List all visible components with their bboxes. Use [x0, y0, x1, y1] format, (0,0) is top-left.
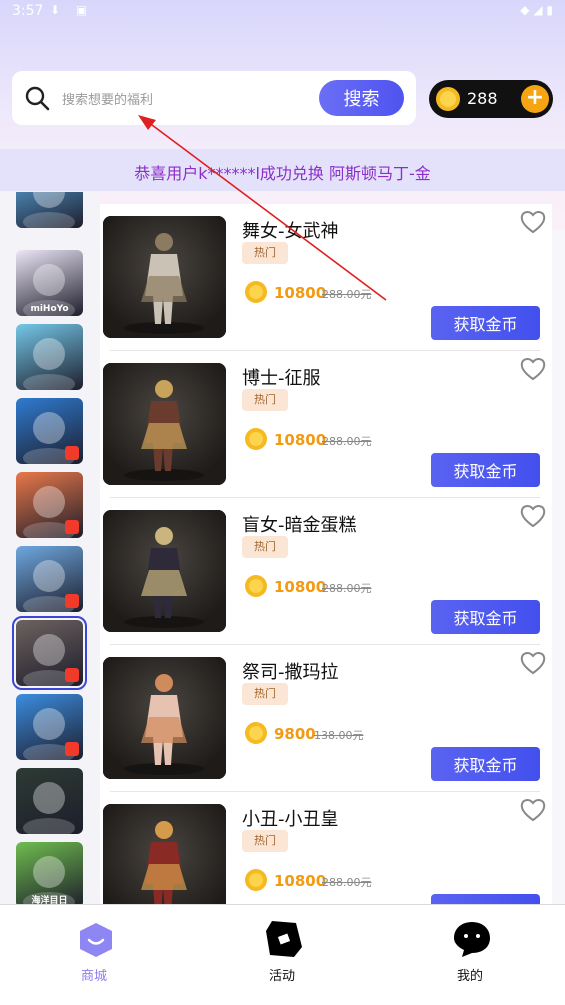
- sidebar-game-7[interactable]: [12, 616, 87, 690]
- tab-label: 商城: [80, 969, 107, 984]
- product-thumbnail: [103, 510, 226, 632]
- status-time: 3:57: [12, 3, 44, 19]
- platform-badge-icon: [65, 594, 79, 608]
- sidebar-game-4[interactable]: [16, 398, 83, 464]
- tab-activity[interactable]: 活动: [222, 905, 342, 995]
- notification-icons: ⬇ ▣: [50, 3, 94, 17]
- ticker-text: 恭喜用户k******l成功兑换 阿斯顿马丁-金: [134, 164, 431, 183]
- sidebar-game-9[interactable]: [16, 768, 83, 834]
- product-title: 盲女-暗金蛋糕: [242, 515, 357, 536]
- coin-count: 288: [467, 89, 498, 108]
- original-price: 288.00元: [322, 582, 372, 595]
- product-item[interactable]: 祭司-撒玛拉 热门 9800 138.00元 获取金币: [100, 645, 552, 792]
- product-price: 10800: [274, 578, 327, 596]
- product-title: 舞女-女武神: [242, 221, 339, 242]
- profile-icon: [454, 922, 490, 957]
- original-price: 288.00元: [322, 876, 372, 889]
- favorite-heart-icon[interactable]: [520, 798, 546, 822]
- original-price: 288.00元: [322, 288, 372, 301]
- get-coins-button[interactable]: 获取金币: [431, 894, 540, 904]
- platform-badge-icon: [65, 446, 79, 460]
- search-bar[interactable]: 搜索想要的福利 搜索: [12, 71, 416, 125]
- get-coins-button[interactable]: 获取金币: [431, 600, 540, 634]
- tab-label: 活动: [268, 969, 295, 984]
- coin-icon: [245, 428, 267, 450]
- game-1-icon: [23, 192, 75, 228]
- sidebar-game-6[interactable]: [16, 546, 83, 612]
- hot-tag: 热门: [242, 683, 288, 705]
- sidebar-game-3[interactable]: [16, 324, 83, 390]
- coin-icon: [245, 575, 267, 597]
- tab-shop[interactable]: 商城: [34, 905, 154, 995]
- coin-balance: 288 +: [429, 80, 553, 118]
- search-icon: [25, 86, 50, 111]
- coin-icon: [245, 722, 267, 744]
- coin-icon: [245, 869, 267, 891]
- get-coins-button[interactable]: 获取金币: [431, 453, 540, 487]
- product-thumbnail: [103, 657, 226, 779]
- product-price: 10800: [274, 431, 327, 449]
- product-price: 10800: [274, 872, 327, 890]
- product-item[interactable]: 小丑-小丑皇 热门 10800 288.00元 获取金币: [100, 792, 552, 904]
- search-button[interactable]: 搜索: [319, 80, 404, 116]
- get-coins-button[interactable]: 获取金币: [431, 306, 540, 340]
- coin-icon: [245, 281, 267, 303]
- search-input[interactable]: 搜索想要的福利: [62, 89, 153, 108]
- sidebar-game-10[interactable]: 海洋目日: [16, 842, 83, 904]
- product-title: 小丑-小丑皇: [242, 809, 339, 830]
- platform-badge-icon: [65, 668, 79, 682]
- sidebar-game-1[interactable]: [16, 192, 83, 228]
- hot-tag: 热门: [242, 242, 288, 264]
- coin-icon: [436, 87, 460, 111]
- favorite-heart-icon[interactable]: [520, 210, 546, 234]
- original-price: 288.00元: [322, 435, 372, 448]
- sidebar-game-8[interactable]: [16, 694, 83, 760]
- favorite-heart-icon[interactable]: [520, 651, 546, 675]
- shop-icon: [80, 923, 112, 957]
- sidebar-game-5[interactable]: [16, 472, 83, 538]
- hot-tag: 热门: [242, 536, 288, 558]
- product-thumbnail: [103, 216, 226, 338]
- tab-label: 我的: [456, 969, 483, 984]
- product-price: 9800: [274, 725, 316, 743]
- activity-icon: [266, 921, 302, 957]
- game-9-icon: [23, 782, 75, 834]
- status-bar: 3:57 ⬇ ▣ ◆ ◢ ▮: [0, 0, 565, 26]
- game-2-label: miHoYo: [30, 304, 69, 314]
- product-item[interactable]: 舞女-女武神 热门 10800 288.00元 获取金币: [100, 204, 552, 351]
- product-price: 10800: [274, 284, 327, 302]
- hot-tag: 热门: [242, 830, 288, 852]
- product-item[interactable]: 盲女-暗金蛋糕 热门 10800 288.00元 获取金币: [100, 498, 552, 645]
- product-title: 博士-征服: [242, 368, 321, 389]
- tab-profile[interactable]: 我的: [410, 905, 530, 995]
- game-10-label: 海洋目日: [31, 896, 68, 904]
- platform-badge-icon: [65, 520, 79, 534]
- game-sidebar: miHoYo 海洋目日: [0, 192, 100, 904]
- product-list: 舞女-女武神 热门 10800 288.00元 获取金币 博士-征服 热门 10…: [100, 204, 552, 904]
- favorite-heart-icon[interactable]: [520, 357, 546, 381]
- favorite-heart-icon[interactable]: [520, 504, 546, 528]
- hot-tag: 热门: [242, 389, 288, 411]
- product-thumbnail: [103, 363, 226, 485]
- product-title: 祭司-撒玛拉: [242, 662, 339, 683]
- game-3-icon: [23, 338, 75, 390]
- bottom-tab-bar: 商城 活动 我的: [0, 904, 565, 1005]
- product-thumbnail: [103, 804, 226, 904]
- platform-badge-icon: [65, 742, 79, 756]
- sidebar-game-2[interactable]: miHoYo: [16, 250, 83, 316]
- get-coins-button[interactable]: 获取金币: [431, 747, 540, 781]
- original-price: 138.00元: [314, 729, 364, 742]
- add-coins-button[interactable]: +: [521, 85, 549, 113]
- exchange-ticker: 恭喜用户k******l成功兑换 阿斯顿马丁-金: [0, 149, 565, 191]
- product-item[interactable]: 博士-征服 热门 10800 288.00元 获取金币: [100, 351, 552, 498]
- signal-battery-icons: ◆ ◢ ▮: [520, 3, 553, 17]
